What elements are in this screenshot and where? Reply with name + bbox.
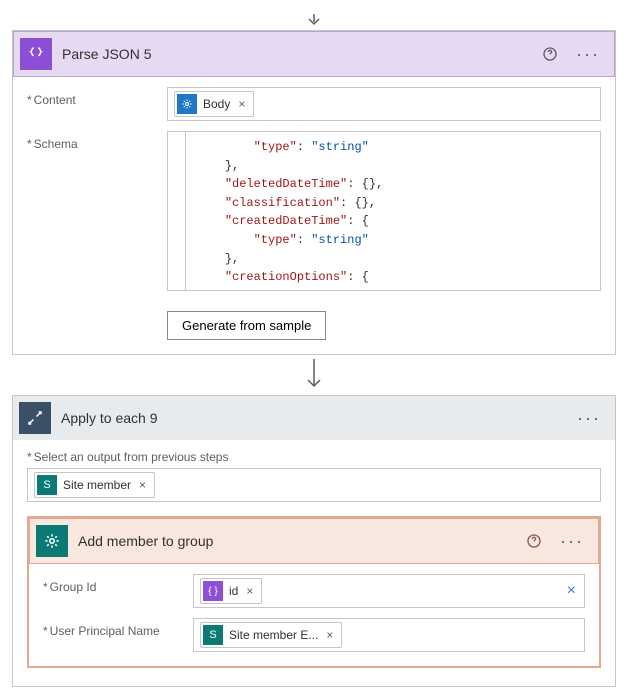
upn-token-remove[interactable]: × bbox=[324, 628, 335, 642]
more-icon[interactable]: ··· bbox=[573, 407, 605, 429]
site-member-token-label: Site member bbox=[63, 478, 131, 492]
clear-field-icon[interactable]: × bbox=[567, 582, 576, 600]
upn-input[interactable]: S Site member E... × bbox=[193, 618, 585, 652]
select-output-label: Select an output from previous steps bbox=[27, 450, 601, 464]
parse-json-title: Parse JSON 5 bbox=[62, 46, 528, 62]
generate-from-sample-button[interactable]: Generate from sample bbox=[167, 311, 326, 340]
flow-arrow-top bbox=[12, 14, 616, 26]
more-icon[interactable]: ··· bbox=[572, 43, 604, 65]
schema-gutter bbox=[167, 131, 185, 291]
upn-label: User Principal Name bbox=[43, 618, 193, 638]
group-id-label: Group Id bbox=[43, 574, 193, 594]
apply-to-each-header[interactable]: Apply to each 9 ··· bbox=[13, 396, 615, 440]
id-token-label: id bbox=[229, 584, 238, 598]
help-icon[interactable] bbox=[538, 44, 562, 64]
id-token-remove[interactable]: × bbox=[244, 584, 255, 598]
add-member-title: Add member to group bbox=[78, 533, 512, 549]
parse-json-header[interactable]: Parse JSON 5 ··· bbox=[13, 31, 615, 77]
body-token[interactable]: Body × bbox=[174, 91, 254, 117]
content-input[interactable]: Body × bbox=[167, 87, 601, 121]
id-token[interactable]: { } id × bbox=[200, 578, 262, 604]
upn-token[interactable]: S Site member E... × bbox=[200, 622, 342, 648]
loop-icon bbox=[19, 402, 51, 434]
schema-label: Schema bbox=[27, 131, 167, 151]
body-token-icon bbox=[177, 94, 197, 114]
more-icon[interactable]: ··· bbox=[556, 530, 588, 552]
help-icon[interactable] bbox=[522, 531, 546, 551]
select-output-input[interactable]: S Site member × bbox=[27, 468, 601, 502]
parse-json-icon bbox=[20, 38, 52, 70]
body-token-label: Body bbox=[203, 97, 230, 111]
add-member-card: Add member to group ··· Group Id { } bbox=[27, 516, 601, 668]
upn-token-label: Site member E... bbox=[229, 628, 318, 642]
id-token-icon: { } bbox=[203, 581, 223, 601]
site-member-token[interactable]: S Site member × bbox=[34, 472, 155, 498]
content-label: Content bbox=[27, 87, 167, 107]
group-id-input[interactable]: { } id × × bbox=[193, 574, 585, 608]
apply-to-each-title: Apply to each 9 bbox=[61, 410, 563, 426]
site-member-token-icon: S bbox=[37, 475, 57, 495]
site-member-token-remove[interactable]: × bbox=[137, 478, 148, 492]
add-member-icon bbox=[36, 525, 68, 557]
upn-token-icon: S bbox=[203, 625, 223, 645]
parse-json-card: Parse JSON 5 ··· Content Body × bbox=[12, 30, 616, 355]
apply-to-each-card: Apply to each 9 ··· Select an output fro… bbox=[12, 395, 616, 687]
body-token-remove[interactable]: × bbox=[236, 97, 247, 111]
add-member-header[interactable]: Add member to group ··· bbox=[29, 518, 599, 564]
flow-arrow-mid bbox=[12, 359, 616, 391]
schema-editor[interactable]: "type": "string" }, "deletedDateTime": {… bbox=[185, 131, 601, 291]
